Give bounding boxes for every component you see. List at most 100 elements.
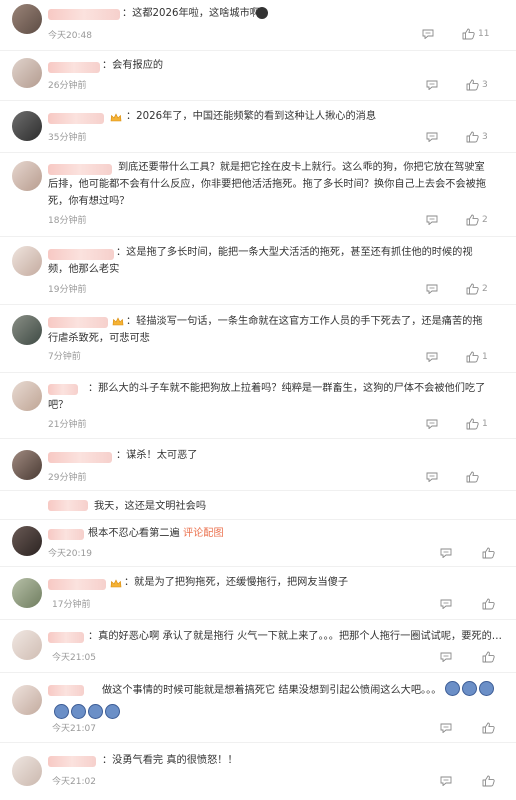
avatar[interactable] bbox=[12, 111, 42, 141]
username[interactable] bbox=[48, 756, 96, 767]
thumbs-up-icon[interactable] bbox=[466, 418, 479, 430]
comment-text: ：那么大的斗子车就不能把狗放上拉着吗？纯粹是一群畜生，这狗的尸体不会被他们吃了吧… bbox=[48, 383, 486, 411]
comment-item: ：真的好恶心啊 承认了就是拖行 火气一下就上来了。。。把那个人拖行一圈试试呢，要… bbox=[0, 624, 516, 668]
avatar[interactable] bbox=[12, 58, 42, 88]
thumbs-up-icon[interactable] bbox=[482, 722, 495, 734]
comment-icon[interactable] bbox=[426, 284, 438, 294]
comment-icon[interactable] bbox=[426, 215, 438, 225]
like-count: 1 bbox=[482, 352, 488, 362]
avatar[interactable] bbox=[12, 578, 42, 608]
username[interactable] bbox=[48, 529, 84, 540]
comment-item: 根本不忍心看第二遍 评论配图 今天20:19 bbox=[0, 522, 516, 562]
divider bbox=[0, 100, 516, 101]
username[interactable] bbox=[48, 632, 84, 643]
comment-text: 根本不忍心看第二遍 评论配图 bbox=[88, 525, 490, 542]
comment-time: 今天21:07 bbox=[52, 724, 96, 734]
comment-text: ：谋杀！太可恶了 bbox=[116, 450, 198, 461]
comment-time: 7分钟前 bbox=[48, 352, 81, 362]
thumbs-up-icon[interactable] bbox=[466, 214, 479, 226]
thumbs-up-icon[interactable] bbox=[466, 351, 479, 363]
comment-item: ：就是为了把狗拖死，还缓慢拖行，把网友当傻子 17分钟前 bbox=[0, 571, 516, 617]
comment-icon[interactable] bbox=[440, 776, 452, 786]
comment-icon[interactable] bbox=[422, 29, 434, 39]
thumbs-up-icon[interactable] bbox=[482, 651, 495, 663]
like-count: 11 bbox=[478, 29, 490, 39]
avatar[interactable] bbox=[12, 450, 42, 480]
crying-emoji-icon bbox=[444, 681, 460, 696]
avatar[interactable] bbox=[12, 756, 42, 786]
comment-item: ：谋杀！太可恶了 29分钟前 bbox=[0, 442, 516, 488]
comment-icon[interactable] bbox=[426, 132, 438, 142]
username[interactable] bbox=[48, 452, 112, 463]
avatar[interactable] bbox=[12, 381, 42, 411]
comment-item: ：轻描淡写一句话，一条生命就在这官方工作人员的手下死去了，还是痛苦的拖行虐杀致死… bbox=[0, 308, 516, 370]
comment-body: 做这个事情的时候可能就是想着搞死它 结果没想到引起公愤闹这么大吧。。。 bbox=[102, 685, 442, 696]
comment-icon[interactable] bbox=[426, 352, 438, 362]
username[interactable] bbox=[48, 9, 120, 20]
comment-icon[interactable] bbox=[440, 599, 452, 609]
comment-text: 到底还要带什么工具？就是把它拴在皮卡上就行。这么乖的狗，你把它放在驾驶室后排，他… bbox=[48, 162, 487, 207]
divider bbox=[0, 490, 516, 491]
avatar[interactable] bbox=[12, 246, 42, 276]
divider bbox=[0, 742, 516, 743]
comment-text: ：这都2026年啦，这啥城市啊 bbox=[122, 8, 260, 19]
comment-item: ：这都2026年啦，这啥城市啊 今天20:48 11 bbox=[0, 0, 516, 48]
avatar[interactable] bbox=[12, 630, 42, 660]
comment-icon[interactable] bbox=[426, 419, 438, 429]
username[interactable] bbox=[48, 113, 104, 124]
avatar[interactable] bbox=[12, 315, 42, 345]
comment-icon[interactable] bbox=[426, 80, 438, 90]
crying-emoji-icon bbox=[256, 7, 268, 19]
avatar[interactable] bbox=[12, 685, 42, 715]
crying-emoji-icon bbox=[88, 704, 103, 719]
comment-item: ：那么大的斗子车就不能把狗放上拉着吗？纯粹是一群畜生，这狗的尸体不会被他们吃了吧… bbox=[0, 376, 516, 436]
comment-time: 今天21:02 bbox=[52, 777, 96, 787]
avatar[interactable] bbox=[12, 526, 42, 556]
thumbs-up-icon[interactable] bbox=[482, 547, 495, 559]
comment-time: 17分钟前 bbox=[52, 600, 91, 610]
crying-emoji-icon bbox=[478, 681, 494, 696]
username[interactable] bbox=[48, 579, 106, 590]
username[interactable] bbox=[48, 685, 84, 696]
thumbs-up-icon[interactable] bbox=[466, 283, 479, 295]
comment-item: ：这是拖了多长时间，能把一条大型犬活活的拖死，甚至还有抓住他的时候的视频，他那么… bbox=[0, 239, 516, 301]
username[interactable] bbox=[48, 500, 88, 511]
thumbs-up-icon[interactable] bbox=[466, 471, 479, 483]
comment-icon[interactable] bbox=[426, 472, 438, 482]
emoji-row bbox=[54, 701, 122, 720]
comment-text: 做这个事情的时候可能就是想着搞死它 结果没想到引起公愤闹这么大吧。。。 bbox=[102, 681, 502, 699]
comment-item: ：会有报应的 26分钟前 3 bbox=[0, 52, 516, 98]
comment-icon[interactable] bbox=[440, 652, 452, 662]
divider bbox=[0, 304, 516, 305]
comment-text: ：2026年了，中国还能频繁的看到这种让人揪心的消息 bbox=[126, 111, 377, 122]
thumbs-up-icon[interactable] bbox=[462, 28, 475, 40]
like-count: 1 bbox=[482, 419, 488, 429]
comment-item: 我天，这还是文明社会吗 bbox=[0, 496, 516, 518]
divider bbox=[0, 372, 516, 373]
comment-time: 29分钟前 bbox=[48, 473, 87, 483]
thumbs-up-icon[interactable] bbox=[466, 131, 479, 143]
comment-time: 今天20:19 bbox=[48, 549, 92, 559]
divider bbox=[0, 566, 516, 567]
comment-text: ：会有报应的 bbox=[102, 60, 164, 71]
comment-text: ：就是为了把狗拖死，还缓慢拖行，把网友当傻子 bbox=[124, 577, 349, 588]
comment-image-link[interactable]: 评论配图 bbox=[183, 528, 224, 539]
comment-text: 我天，这还是文明社会吗 bbox=[94, 501, 207, 512]
thumbs-up-icon[interactable] bbox=[466, 79, 479, 91]
thumbs-up-icon[interactable] bbox=[482, 775, 495, 787]
comment-icon[interactable] bbox=[440, 723, 452, 733]
comment-icon[interactable] bbox=[440, 548, 452, 558]
like-count: 3 bbox=[482, 132, 488, 142]
avatar[interactable] bbox=[12, 161, 42, 191]
vip-crown-icon bbox=[110, 579, 122, 589]
divider bbox=[0, 672, 516, 673]
avatar[interactable] bbox=[12, 4, 42, 34]
comment-time: 35分钟前 bbox=[48, 133, 87, 143]
divider bbox=[0, 50, 516, 51]
username[interactable] bbox=[48, 62, 100, 73]
comment-text: ：这是拖了多长时间，能把一条大型犬活活的拖死，甚至还有抓住他的时候的视频，他那么… bbox=[48, 247, 473, 275]
divider bbox=[0, 619, 516, 620]
comment-item: ：没勇气看完 真的很愤怒！！ 今天21:02 bbox=[0, 748, 516, 796]
comment-text: ：没勇气看完 真的很愤怒！！ bbox=[102, 755, 238, 766]
thumbs-up-icon[interactable] bbox=[482, 598, 495, 610]
